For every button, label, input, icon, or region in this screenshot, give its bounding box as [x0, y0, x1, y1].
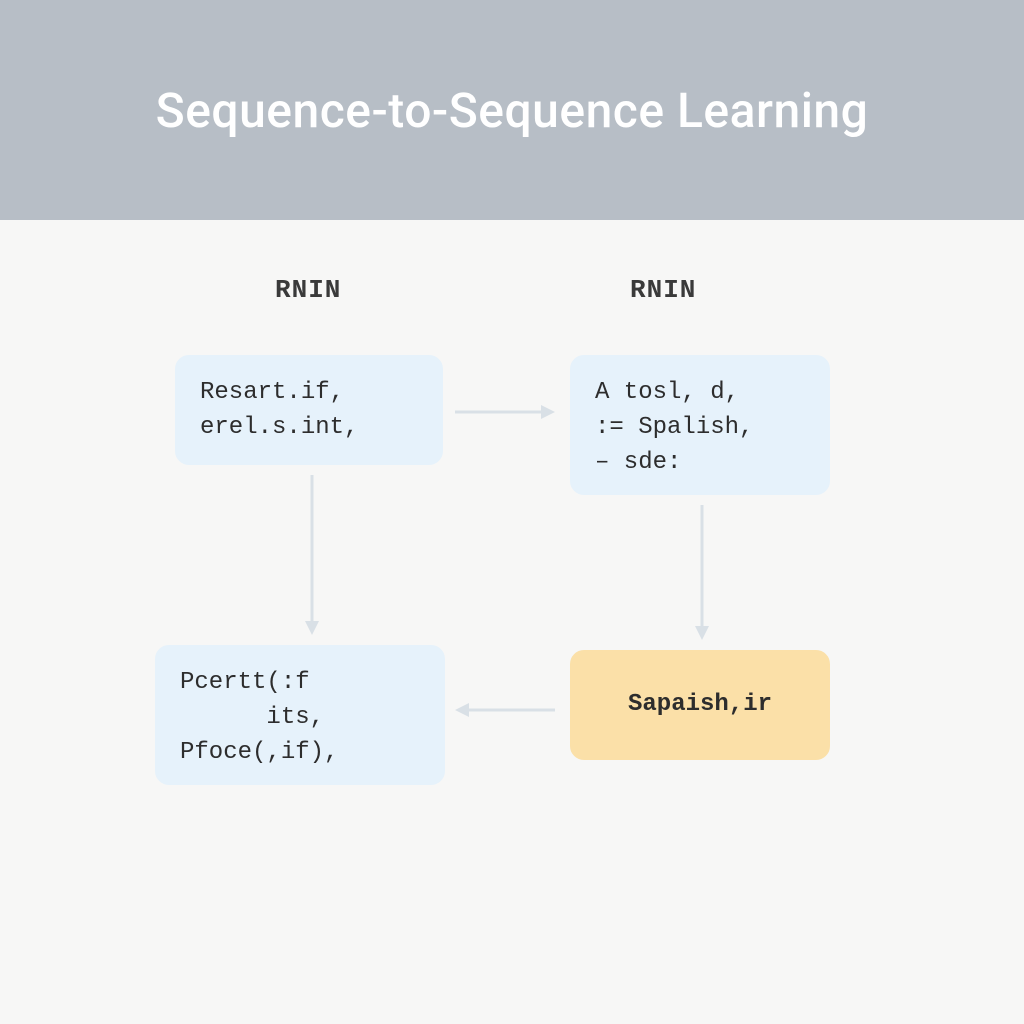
rnn-label-left: RNIN: [275, 275, 341, 305]
arrow-down-icon: [300, 475, 324, 635]
rnn-label-right: RNIN: [630, 275, 696, 305]
node-bottom-right: Sapaish,ir: [570, 650, 830, 760]
header-banner: Sequence-to-Sequence Learning: [0, 0, 1024, 220]
node-top-left: Resart.if, erel.s.int,: [175, 355, 443, 465]
arrow-right-icon: [455, 400, 555, 424]
page-title: Sequence-to-Sequence Learning: [156, 82, 869, 139]
arrow-left-icon: [455, 698, 555, 722]
arrow-down-icon: [690, 505, 714, 640]
diagram-canvas: RNIN RNIN Resart.if, erel.s.int, A tosl,…: [0, 220, 1024, 1024]
node-top-right: A tosl, d, := Spalish, – sde:: [570, 355, 830, 495]
node-bottom-left: Pcertt(:f its, Pfoce(,if),: [155, 645, 445, 785]
